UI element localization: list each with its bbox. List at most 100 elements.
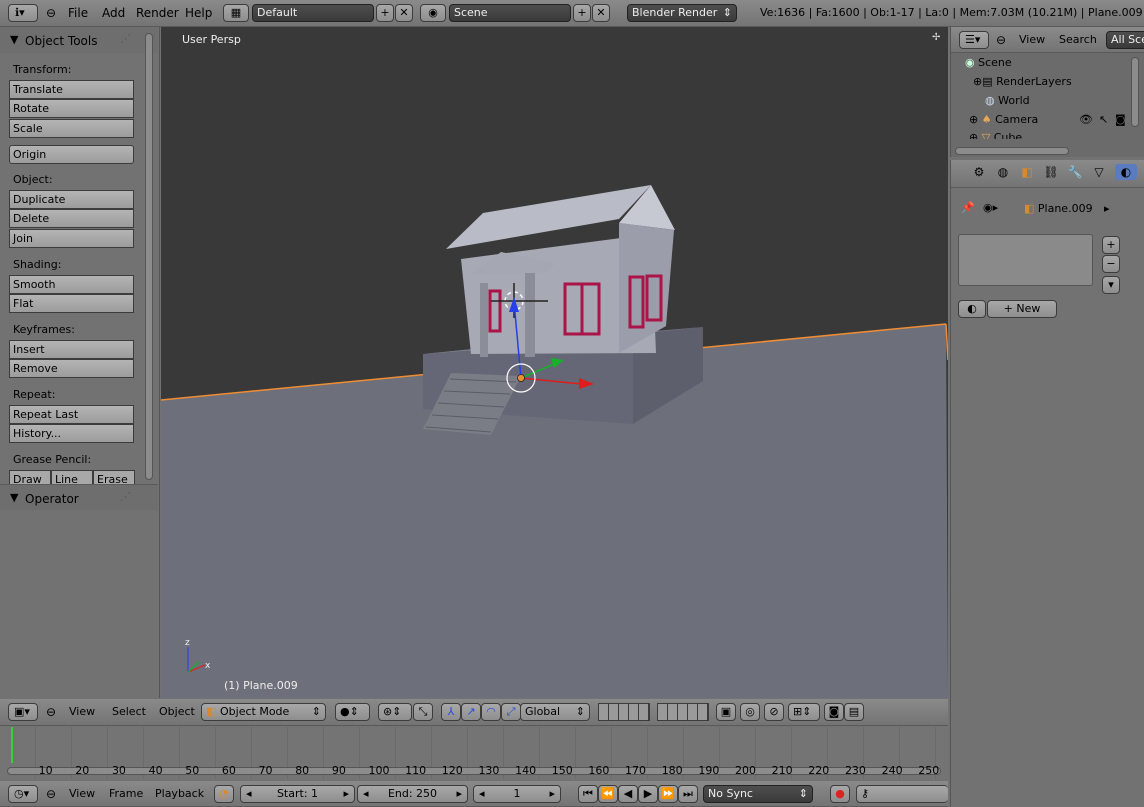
material-tab-icon[interactable]: ◐ (1115, 164, 1137, 180)
expand-icon[interactable]: ⊕ (969, 131, 978, 139)
repeat-last-button[interactable]: Repeat Last (9, 405, 134, 424)
scene-remove-button[interactable]: ✕ (592, 4, 610, 22)
layout-remove-button[interactable]: ✕ (395, 4, 413, 22)
collapse-icon[interactable]: ⊖ (43, 786, 59, 802)
new-material-button[interactable]: + New (987, 300, 1057, 318)
remove-keyframe-button[interactable]: Remove (9, 359, 134, 378)
drag-handle-icon[interactable]: ⋰ (120, 32, 131, 45)
origin-button[interactable]: Origin (9, 145, 134, 164)
material-specials-button[interactable]: ▾ (1102, 276, 1120, 294)
drag-handle-icon[interactable]: ⋰ (120, 490, 131, 503)
play-reverse-button[interactable]: ◀ (618, 785, 638, 803)
object-tab-icon[interactable]: ◧ (1019, 164, 1035, 180)
snap-element-selector[interactable]: ⊞⇕ (788, 703, 820, 721)
tree-item-cube[interactable]: ⊕ ▽ Cube (969, 131, 1022, 139)
render-animation-button[interactable]: ▤ (844, 703, 864, 721)
render-opengl-button[interactable]: ◙ (824, 703, 844, 721)
menu-frame[interactable]: Frame (109, 787, 143, 800)
manipulator-toggle[interactable]: ⤡ (413, 703, 433, 721)
sync-mode-selector[interactable]: No Sync ⇕ (703, 785, 813, 803)
smooth-button[interactable]: Smooth (9, 275, 134, 294)
menu-view[interactable]: View (69, 705, 95, 718)
layer-buttons-1[interactable] (598, 703, 650, 721)
editor-type-button[interactable]: ℹ▾ (8, 4, 38, 22)
join-button[interactable]: Join (9, 229, 134, 248)
jump-keyframe-forward-button[interactable]: ⏩ (658, 785, 678, 803)
current-frame-field[interactable]: ◂ 1 ▸ (473, 785, 561, 803)
pin-icon[interactable]: 📌 (961, 201, 975, 214)
viewport-3d[interactable]: z x User Persp ✢ (1) Plane.009 (161, 27, 948, 698)
tree-item-camera[interactable]: ⊕ ♠ Camera 👁 ↖ ◙ (969, 113, 1139, 129)
duplicate-button[interactable]: Duplicate (9, 190, 134, 209)
menu-search[interactable]: Search (1059, 33, 1097, 46)
scale-button[interactable]: Scale (9, 119, 134, 138)
mode-selector[interactable]: ◧ Object Mode ⇕ (201, 703, 326, 721)
scene-selector[interactable]: Scene (449, 4, 571, 22)
tree-item-renderlayers[interactable]: ⊕▤ RenderLayers (973, 75, 1072, 91)
data-tab-icon[interactable]: ▽ (1091, 164, 1107, 180)
menu-help[interactable]: Help (185, 6, 212, 20)
menu-playback[interactable]: Playback (155, 787, 204, 800)
layout-selector[interactable]: Default (252, 4, 374, 22)
end-frame-field[interactable]: ◂ End: 250 ▸ (357, 785, 468, 803)
menu-add[interactable]: Add (102, 6, 125, 20)
menu-file[interactable]: File (68, 6, 88, 20)
tree-item-scene[interactable]: ◉ Scene (965, 56, 1012, 72)
tool-shelf-scrollbar[interactable] (145, 33, 153, 480)
remove-material-slot-button[interactable]: − (1102, 255, 1120, 273)
translate-manipulator-button[interactable]: ⅄ (441, 703, 461, 721)
select-cursor-icon[interactable]: ↖ (1099, 113, 1108, 126)
translate-button[interactable]: Translate (9, 80, 134, 99)
collapse-icon[interactable]: ⊖ (43, 704, 59, 720)
layout-add-button[interactable]: + (376, 4, 394, 22)
operator-panel-header[interactable]: ▼ Operator ⋰ (0, 484, 158, 510)
jump-end-button[interactable]: ⏭ (678, 785, 698, 803)
delete-button[interactable]: Delete (9, 209, 134, 228)
erase-button[interactable]: Erase (93, 470, 135, 484)
pivot-selector[interactable]: ⊛⇕ (378, 703, 412, 721)
play-button[interactable]: ▶ (638, 785, 658, 803)
collapse-icon[interactable]: ⊖ (43, 5, 59, 21)
insert-keyframe-button[interactable]: Insert (9, 340, 134, 359)
jump-keyframe-back-button[interactable]: ⏪ (598, 785, 618, 803)
outliner-h-scrollbar[interactable] (955, 147, 1069, 155)
history-button[interactable]: History... (9, 424, 134, 443)
scale-manipulator-button[interactable]: ⤢ (501, 703, 521, 721)
shading-selector[interactable]: ●⇕ (335, 703, 370, 721)
menu-view[interactable]: View (1019, 33, 1045, 46)
preview-range-button[interactable]: ◔ (214, 785, 234, 803)
orientation-selector[interactable]: Global ⇕ (520, 703, 590, 721)
line-button[interactable]: Line (51, 470, 93, 484)
menu-render[interactable]: Render (136, 6, 179, 20)
material-browse-button[interactable]: ◐ (958, 300, 986, 318)
auto-keying-button[interactable]: ● (830, 785, 850, 803)
outliner-v-scrollbar[interactable] (1131, 57, 1139, 127)
rotate-button[interactable]: Rotate (9, 99, 134, 118)
scene-icon-button[interactable]: ◉ (420, 4, 446, 22)
display-filter-selector[interactable]: All Sce (1106, 31, 1144, 49)
editor-type-timeline-button[interactable]: ◷▾ (8, 785, 38, 803)
editor-type-3d-button[interactable]: ▣▾ (8, 703, 38, 721)
editor-type-outliner-button[interactable]: ☰▾ (959, 31, 989, 49)
tree-item-world[interactable]: ◍ World (985, 94, 1030, 110)
layer-lock-button[interactable]: ▣ (716, 703, 736, 721)
expand-icon[interactable]: ⊕ (973, 75, 982, 88)
constraints-tab-icon[interactable]: ⛓ (1043, 164, 1059, 180)
render-layers-tab-icon[interactable]: ⚙ (971, 164, 987, 180)
move-manipulator-button[interactable]: ↗ (461, 703, 481, 721)
draw-button[interactable]: Draw (9, 470, 51, 484)
expand-icon[interactable]: ⊕ (969, 113, 978, 126)
proportional-edit-button[interactable]: ◎ (740, 703, 760, 721)
add-material-slot-button[interactable]: + (1102, 236, 1120, 254)
flat-button[interactable]: Flat (9, 294, 134, 313)
viewport-corner-icon[interactable]: ✢ (932, 32, 940, 43)
layer-buttons-2[interactable] (657, 703, 709, 721)
render-camera-icon[interactable]: ◙ (1115, 113, 1126, 126)
modifiers-tab-icon[interactable]: 🔧 (1067, 164, 1083, 180)
menu-object[interactable]: Object (159, 705, 195, 718)
snap-toggle[interactable]: ⊘ (764, 703, 784, 721)
tool-shelf-header[interactable]: ▼ Object Tools ⋰ (0, 27, 158, 53)
jump-start-button[interactable]: ⏮ (578, 785, 598, 803)
start-frame-field[interactable]: ◂ Start: 1 ▸ (240, 785, 355, 803)
collapse-icon[interactable]: ⊖ (993, 32, 1009, 48)
